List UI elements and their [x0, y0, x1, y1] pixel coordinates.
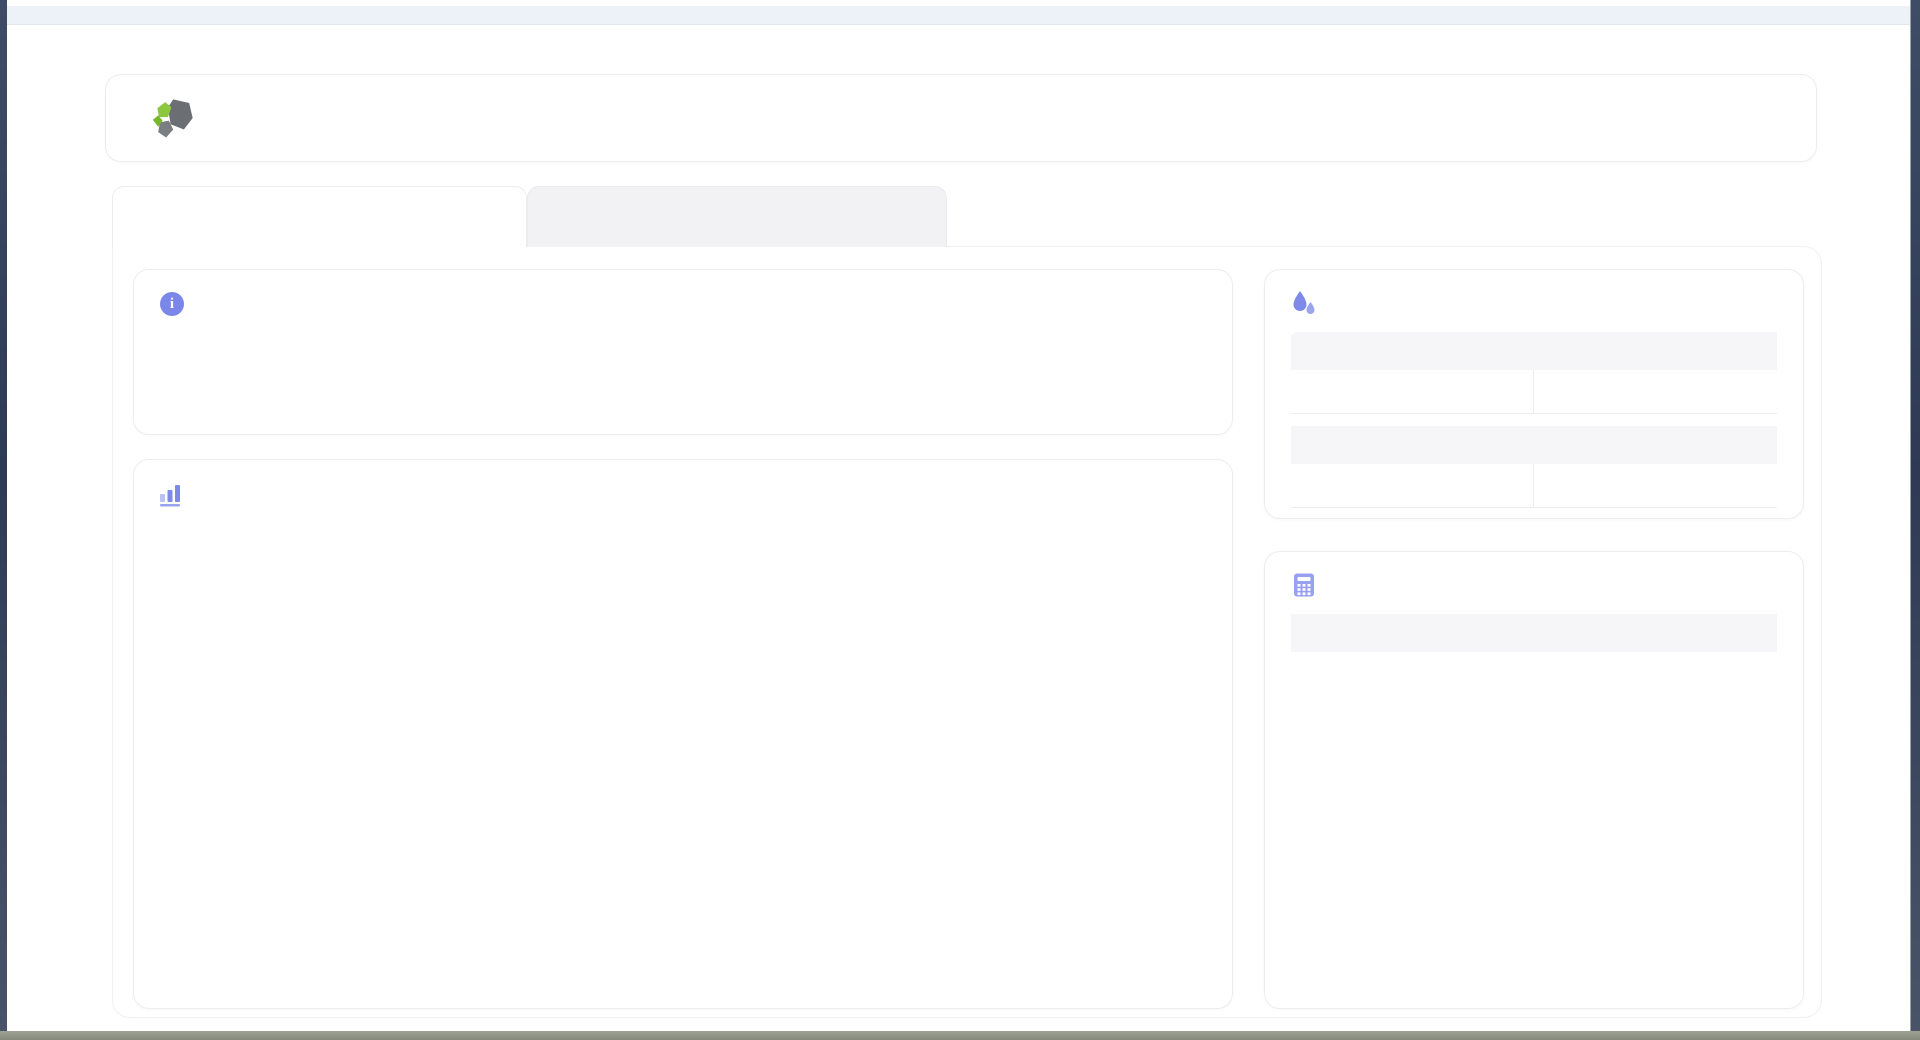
tab-bar — [112, 186, 952, 248]
bar-chart-icon — [160, 485, 180, 507]
graph-card — [133, 459, 1233, 1009]
tab-content-panel: i — [112, 246, 1822, 1018]
diastolic-value — [1534, 370, 1777, 414]
blood-viscosity-table — [1291, 332, 1777, 508]
taskbar — [0, 1031, 1920, 1040]
shear-viscosity-header — [1291, 572, 1777, 598]
shear-table-header — [1291, 614, 1777, 652]
graph-header — [134, 460, 1232, 508]
diastolic-label — [1534, 332, 1777, 370]
shear-rate-column-header — [1291, 614, 1534, 652]
window-titlebar — [7, 6, 1910, 25]
calculator-icon — [1294, 573, 1314, 597]
ubiosis-logo-icon — [152, 99, 193, 138]
tab-result[interactable] — [112, 186, 527, 248]
todi-label — [1291, 426, 1534, 464]
shear-viscosity-card — [1264, 551, 1804, 1009]
app-header-card — [105, 74, 1817, 162]
file-info-card: i — [133, 269, 1233, 435]
patient-column-header — [1534, 614, 1777, 652]
systolic-value — [1291, 370, 1534, 414]
blood-viscosity-card — [1264, 269, 1804, 519]
file-info-header: i — [160, 292, 1206, 316]
tab-raw-data[interactable] — [527, 186, 947, 247]
ubiosis-logo — [152, 95, 204, 141]
odi-value — [1534, 464, 1777, 508]
todi-value — [1291, 464, 1534, 508]
odi-label — [1534, 426, 1777, 464]
info-icon: i — [160, 292, 184, 316]
app-window: i — [7, 0, 1911, 1031]
droplets-icon — [1293, 291, 1315, 314]
systolic-label — [1291, 332, 1534, 370]
viscosity-chart — [134, 518, 1234, 1010]
blood-viscosity-header — [1291, 290, 1777, 316]
